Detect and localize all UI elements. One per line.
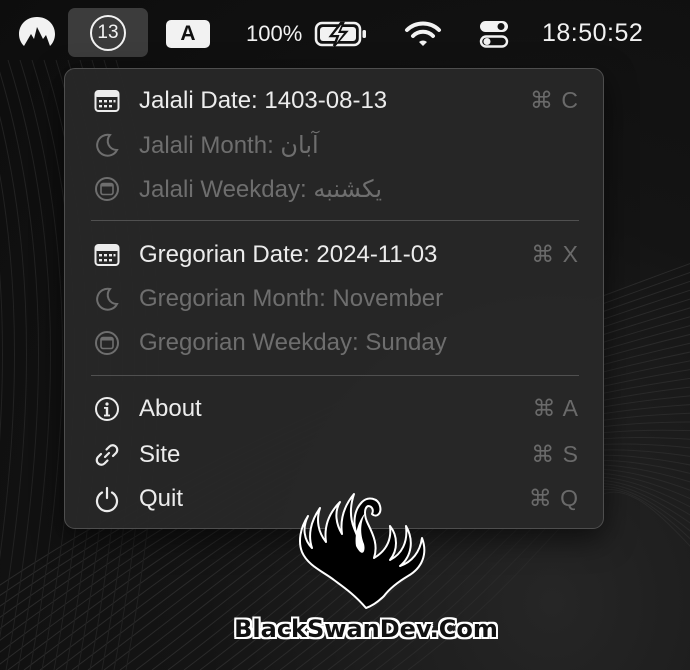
menu-item-label: Site — [139, 441, 181, 468]
date-dropdown-menu: Jalali Date: 1403-08-13 ⌘ C Jalali Month… — [64, 68, 604, 529]
wifi-icon — [405, 21, 441, 46]
info-icon — [93, 395, 121, 423]
battery-item[interactable] — [314, 18, 368, 50]
moon-icon — [93, 131, 121, 159]
menu-item-label: Gregorian Weekday: Sunday — [139, 329, 447, 356]
link-icon — [93, 441, 121, 469]
wallpaper-line — [0, 270, 3, 443]
menu-item-label: About — [139, 395, 202, 422]
menu-bar: 13 A 100% 18:50:52 — [0, 0, 690, 66]
menu-item-label: Gregorian Month: November — [139, 285, 444, 312]
menu-item-label: Jalali Date: 1403-08-13 — [139, 87, 388, 114]
menubar-clock[interactable]: 18:50:52 — [542, 16, 643, 50]
menu-item-gregorian-date[interactable]: Gregorian Date: 2024-11-03 ⌘ X — [87, 235, 583, 275]
calendar-circle-icon — [93, 329, 121, 357]
shortcut-label: ⌘ A — [532, 395, 579, 421]
wifi-item[interactable] — [402, 18, 444, 50]
menu-separator — [91, 220, 579, 221]
shortcut-label: ⌘ S — [531, 441, 579, 467]
menu-item-label: Jalali Month: آبان — [139, 131, 319, 159]
watermark-text: BlackSwanDev.Com — [234, 615, 498, 643]
menu-item-gregorian-weekday: Gregorian Weekday: Sunday — [87, 323, 583, 363]
menu-item-label: Quit — [139, 485, 184, 512]
black-swan-logo-icon — [299, 493, 426, 609]
menu-item-gregorian-month: Gregorian Month: November — [87, 279, 583, 319]
calendar-icon — [93, 241, 121, 269]
control-center-item[interactable] — [476, 16, 512, 52]
power-icon — [93, 485, 121, 513]
calendar-circle-icon — [93, 175, 121, 203]
toggle-switches-icon — [479, 21, 509, 48]
battery-percent[interactable]: 100% — [246, 19, 302, 49]
shortcut-label: ⌘ X — [531, 241, 579, 267]
menu-item-jalali-weekday: Jalali Weekday: یکشنبه — [87, 169, 583, 209]
menu-separator — [91, 375, 579, 376]
battery-charging-icon — [314, 21, 366, 47]
menu-item-label: Jalali Weekday: یکشنبه — [139, 175, 383, 203]
shortcut-label: ⌘ Q — [528, 485, 579, 511]
shortcut-label: ⌘ C — [530, 87, 579, 113]
menu-item-jalali-month: Jalali Month: آبان — [87, 125, 583, 165]
moon-icon — [93, 285, 121, 313]
menu-item-label: Gregorian Date: 2024-11-03 — [139, 241, 438, 268]
date-status-item[interactable]: 13 — [68, 8, 148, 57]
menu-item-about[interactable]: About ⌘ A — [87, 389, 583, 429]
nordvpn-mountain-icon — [19, 17, 55, 46]
input-source-item[interactable]: A — [166, 20, 210, 48]
date-day-badge: 13 — [90, 14, 126, 51]
wallpaper-line — [0, 115, 27, 639]
calendar-icon — [93, 87, 121, 115]
menu-item-jalali-date[interactable]: Jalali Date: 1403-08-13 ⌘ C — [87, 81, 583, 121]
vpn-status-item[interactable] — [16, 14, 58, 50]
